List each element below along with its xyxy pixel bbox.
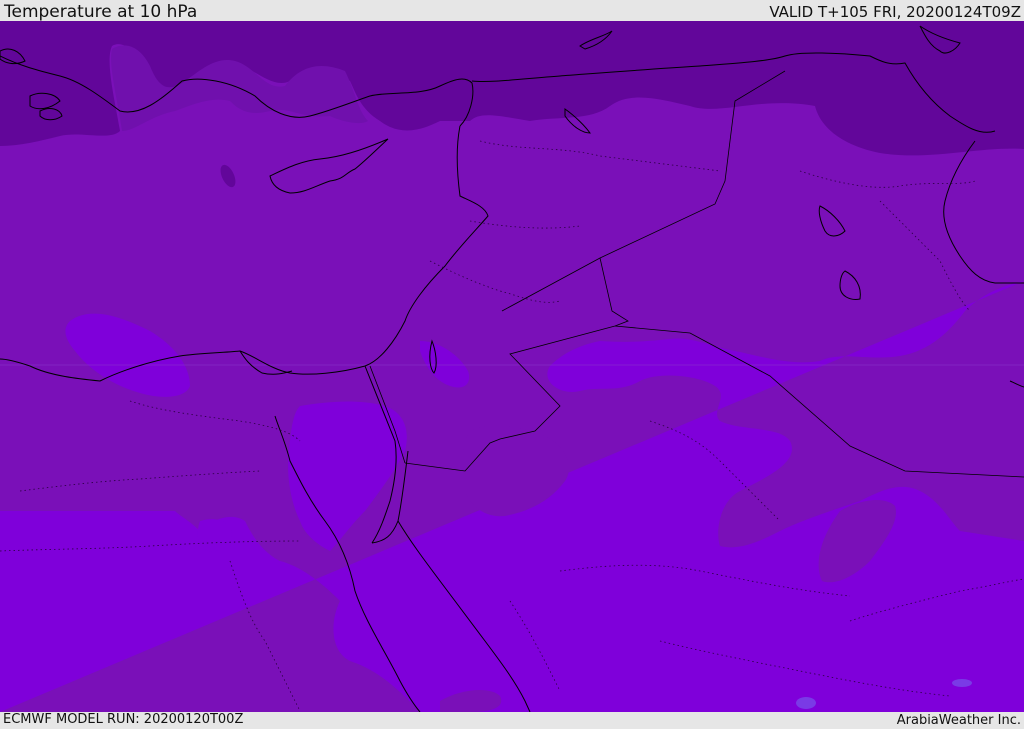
credit-label: ArabiaWeather Inc. bbox=[896, 713, 1021, 728]
temperature-warm-spot bbox=[796, 697, 816, 709]
header-bar: Temperature at 10 hPa VALID T+105 FRI, 2… bbox=[0, 0, 1024, 21]
footer-bar: ECMWF MODEL RUN: 20200120T00Z ArabiaWeat… bbox=[0, 712, 1024, 729]
weather-map bbox=[0, 21, 1024, 712]
model-run-label: ECMWF MODEL RUN: 20200120T00Z bbox=[3, 712, 244, 727]
map-canvas bbox=[0, 21, 1024, 712]
map-title: Temperature at 10 hPa bbox=[4, 2, 198, 22]
valid-time: VALID T+105 FRI, 20200124T09Z bbox=[769, 3, 1021, 21]
temperature-warm-spot bbox=[952, 679, 972, 687]
